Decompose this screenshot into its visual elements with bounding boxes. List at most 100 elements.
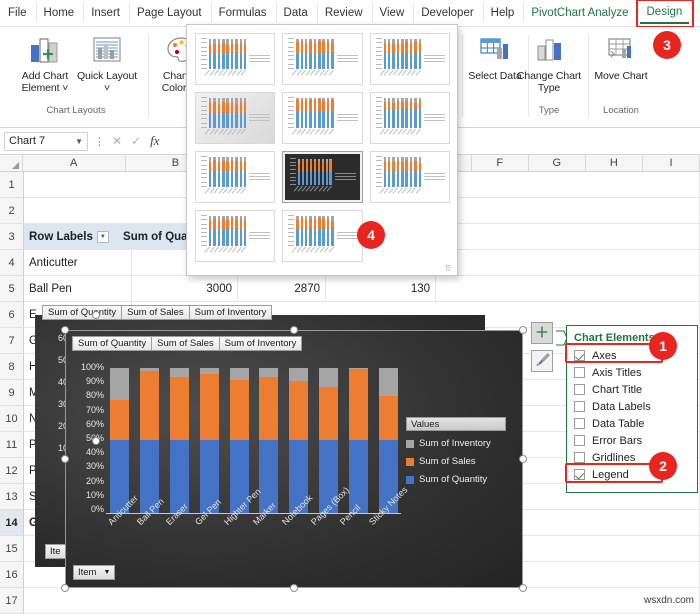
checkbox-legend[interactable]	[574, 469, 585, 480]
value-field-button[interactable]: Sum of Quantity	[73, 337, 153, 350]
cell-ball-pen[interactable]: Ball Pen	[24, 276, 132, 302]
row-header[interactable]: 9	[0, 380, 24, 406]
row-header[interactable]: 5	[0, 276, 24, 302]
value-field-button[interactable]: Sum of Quantity	[43, 306, 123, 319]
chart-style-thumbnail[interactable]	[195, 33, 276, 85]
pivot-chart-front[interactable]: Sum of Quantity Sum of Sales Sum of Inve…	[65, 330, 523, 588]
chart-style-thumbnail[interactable]	[369, 92, 450, 144]
chart-style-thumbnail[interactable]	[369, 33, 450, 85]
resize-handle-br[interactable]	[519, 584, 527, 592]
chart-element-error-bars[interactable]: Error Bars	[574, 432, 697, 449]
resize-handle-ml[interactable]	[61, 455, 69, 463]
ribbon-tab-review[interactable]: Review	[316, 3, 370, 23]
table-row[interactable]: 5 Ball Pen 3000 2870 130	[0, 276, 700, 302]
row-header-selected[interactable]: 14	[0, 510, 24, 536]
cell-quantity[interactable]: 3000	[132, 276, 238, 302]
row-header[interactable]: 11	[0, 432, 24, 458]
chart-element-data-labels[interactable]: Data Labels	[574, 398, 697, 415]
row-header[interactable]: 2	[0, 198, 24, 224]
legend-entry[interactable]: Sum of Sales	[406, 456, 506, 467]
row-header[interactable]: 1	[0, 172, 24, 198]
table-row[interactable]: 17	[0, 588, 700, 614]
select-all-corner[interactable]	[0, 155, 23, 171]
chart-style-thumbnail[interactable]	[282, 92, 363, 144]
row-header[interactable]: 10	[0, 406, 24, 432]
column-header-f[interactable]: F	[471, 155, 529, 171]
chart-style-thumbnail[interactable]	[369, 151, 450, 203]
row-header[interactable]: 3	[0, 224, 24, 250]
ribbon-tab-design[interactable]: Design	[639, 2, 690, 24]
chart-element-chart-title[interactable]: Chart Title	[574, 381, 697, 398]
value-field-button[interactable]: Sum of Inventory	[189, 306, 272, 319]
resize-handle-back-tc[interactable]	[92, 311, 100, 319]
chart-element-axes[interactable]: Axes	[574, 347, 697, 364]
chart-bar[interactable]	[229, 368, 249, 513]
cell-row-labels[interactable]: Row Labels ▼	[24, 224, 119, 250]
chart-bar[interactable]	[139, 368, 159, 513]
formula-bar-expand-dots[interactable]: ⋮	[88, 135, 112, 148]
insert-function-icon[interactable]: fx	[150, 133, 159, 149]
ribbon-tab-pivotchart-analyze[interactable]: PivotChart Analyze	[523, 3, 635, 23]
chart-style-thumbnail[interactable]	[282, 33, 363, 85]
value-field-button[interactable]: Sum of Sales	[152, 337, 220, 350]
value-field-button[interactable]: Sum of Inventory	[219, 337, 302, 350]
chart-style-thumbnail[interactable]	[195, 92, 276, 144]
ribbon-tab-insert[interactable]: Insert	[83, 3, 127, 23]
chart-elements-panel[interactable]: Chart Elements Axes Axis Titles Chart Ti…	[565, 325, 698, 493]
column-header-g[interactable]: G	[528, 155, 586, 171]
checkbox-axes[interactable]	[574, 350, 585, 361]
value-field-button[interactable]: Sum of Sales	[122, 306, 190, 319]
row-header[interactable]: 13	[0, 484, 24, 510]
ribbon-tab-developer[interactable]: Developer	[413, 3, 480, 23]
row-header[interactable]: 12	[0, 458, 24, 484]
checkbox-axis-titles[interactable]	[574, 367, 585, 378]
cell-inventory[interactable]: 130	[326, 276, 436, 302]
move-chart-button[interactable]: Move Chart	[590, 31, 652, 83]
value-field-buttons-front[interactable]: Sum of Quantity Sum of Sales Sum of Inve…	[72, 336, 303, 351]
row-header[interactable]: 17	[0, 588, 24, 614]
row-header[interactable]: 8	[0, 354, 24, 380]
ribbon-tab-home[interactable]: Home	[35, 3, 82, 23]
checkbox-data-labels[interactable]	[574, 401, 585, 412]
chart-styles-gallery[interactable]: ⠿	[186, 24, 458, 276]
chart-bar[interactable]	[349, 368, 368, 513]
row-header[interactable]: 16	[0, 562, 24, 588]
chart-bar[interactable]	[110, 368, 129, 513]
row-header[interactable]: 15	[0, 536, 24, 562]
column-header-h[interactable]: H	[585, 155, 643, 171]
chart-elements-button[interactable]	[531, 322, 553, 344]
chart-element-gridlines[interactable]: Gridlines	[574, 449, 697, 466]
column-header-a[interactable]: A	[22, 155, 126, 171]
cancel-icon[interactable]: ✕	[112, 134, 122, 148]
chart-style-thumbnail-selected[interactable]	[282, 151, 363, 203]
chart-bar[interactable]	[319, 368, 339, 513]
item-filter-button-front[interactable]: Item ▼	[73, 565, 116, 580]
resize-handle-mr[interactable]	[519, 455, 527, 463]
cell[interactable]	[24, 588, 700, 614]
column-header-i[interactable]: I	[642, 155, 700, 171]
chart-style-thumbnail[interactable]	[195, 151, 276, 203]
legend-entry[interactable]: Sum of Quantity	[406, 474, 506, 485]
row-header[interactable]: 6	[0, 302, 24, 328]
enter-icon[interactable]: ✓	[131, 134, 141, 148]
item-filter-button-back[interactable]: Ite	[45, 544, 66, 559]
chart-element-legend[interactable]: Legend	[574, 466, 697, 483]
row-header[interactable]: 7	[0, 328, 24, 354]
chart-element-axis-titles[interactable]: Axis Titles	[574, 364, 697, 381]
row-header[interactable]: 4	[0, 250, 24, 276]
resize-handle-tl[interactable]	[61, 326, 69, 334]
resize-handle-back-ml[interactable]	[92, 437, 100, 445]
resize-handle-tc[interactable]	[290, 326, 298, 334]
chart-element-data-table[interactable]: Data Table	[574, 415, 697, 432]
cell[interactable]	[436, 276, 700, 302]
ribbon-tab-view[interactable]: View	[371, 3, 412, 23]
legend-entry[interactable]: Sum of Inventory	[406, 438, 506, 449]
resize-handle-bc[interactable]	[290, 584, 298, 592]
ribbon-tab-help[interactable]: Help	[482, 3, 522, 23]
name-box[interactable]: Chart 7 ▼	[4, 131, 88, 151]
change-chart-type-button[interactable]: Change Chart Type	[510, 31, 588, 94]
checkbox-chart-title[interactable]	[574, 384, 585, 395]
checkbox-data-table[interactable]	[574, 418, 585, 429]
chart-style-thumbnail[interactable]	[195, 210, 276, 262]
checkbox-error-bars[interactable]	[574, 435, 585, 446]
